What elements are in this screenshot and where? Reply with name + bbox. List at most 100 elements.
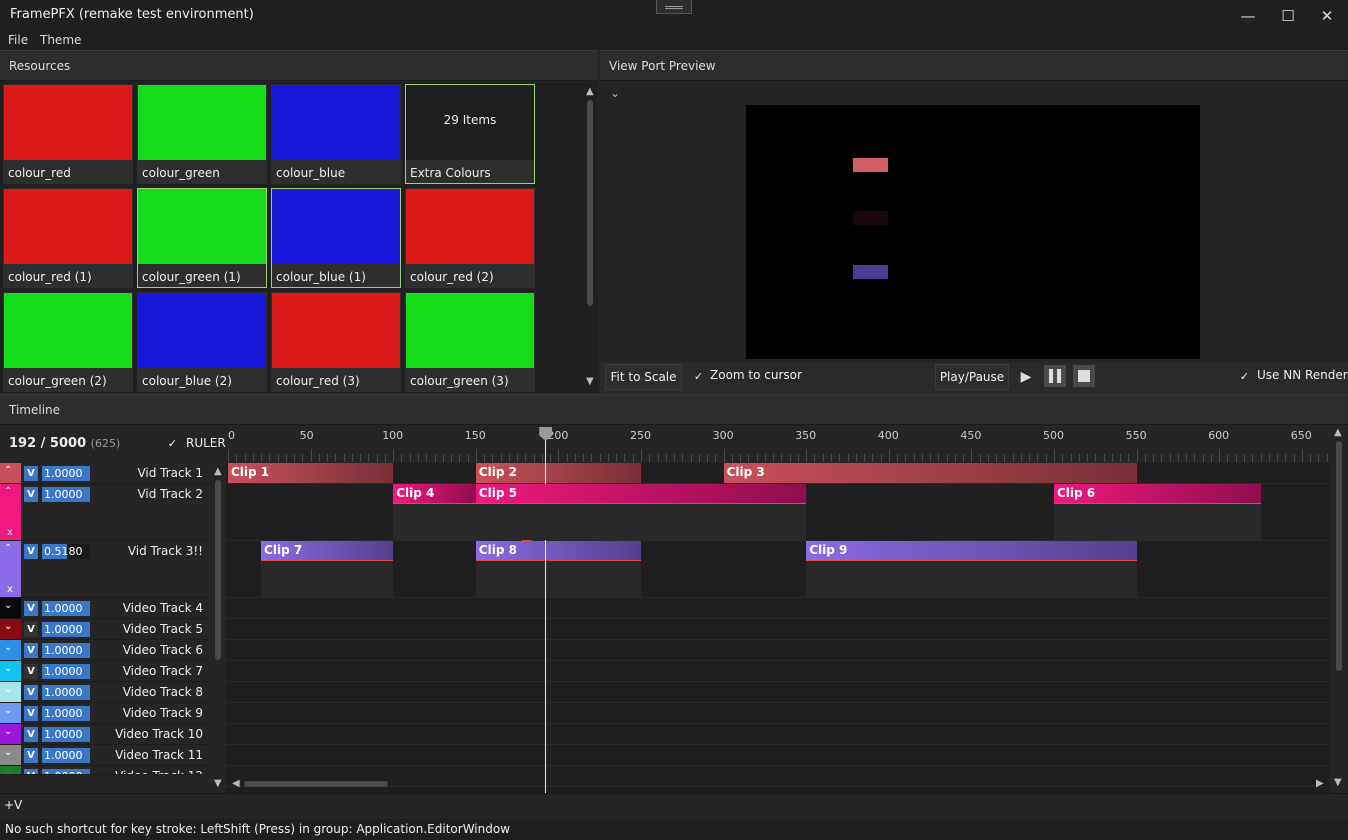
track-header[interactable]: ⌄ V 1.0000 Video Track 10	[0, 724, 208, 745]
visibility-toggle[interactable]: V	[24, 601, 38, 616]
add-video-track-button[interactable]: +V	[4, 798, 22, 812]
collapse-icon[interactable]: ⌄	[4, 768, 12, 774]
track-header[interactable]: ⌃ x V 1.0000 Vid Track 2	[0, 484, 208, 541]
scroll-right-icon[interactable]: ▶	[1316, 778, 1324, 789]
track-header[interactable]: ⌄ V 1.0000 Video Track 6	[0, 640, 208, 661]
visibility-toggle[interactable]: V	[24, 706, 38, 721]
track-header[interactable]: ⌄ V 1.0000 Video Track 8	[0, 682, 208, 703]
collapse-icon[interactable]: ⌄	[4, 600, 12, 611]
resource-folder[interactable]: 29 Items Extra Colours	[405, 84, 535, 184]
opacity-slider[interactable]: 1.0000	[42, 748, 90, 763]
track-color[interactable]: ⌃ x	[0, 484, 21, 540]
opacity-slider[interactable]: 1.0000	[42, 466, 90, 481]
scroll-down-icon[interactable]: ▼	[214, 778, 222, 789]
resource-item[interactable]: colour_green (1)	[137, 188, 267, 288]
timeline-clip[interactable]: Clip 5	[475, 484, 807, 540]
opacity-slider[interactable]: 0.5180	[42, 544, 90, 559]
remove-track-icon[interactable]: x	[7, 527, 13, 538]
menu-file[interactable]: File	[8, 33, 28, 47]
track-color[interactable]: ⌄	[0, 745, 21, 765]
resource-item[interactable]: colour_green (2)	[3, 292, 133, 392]
opacity-slider[interactable]: 1.0000	[42, 643, 90, 658]
timeline-canvas[interactable]: 0 50 100 150 200 250 300 350 400 450 500 550 600 650 …	[226, 425, 1330, 793]
collapse-icon[interactable]: ⌄	[4, 747, 12, 758]
clip-title[interactable]: Clip 5	[475, 484, 807, 504]
timeline-hscrollbar[interactable]: ◀ ▶	[226, 777, 1330, 791]
visibility-toggle[interactable]: V	[24, 748, 38, 763]
collapse-icon[interactable]: ⌄	[4, 663, 12, 674]
resource-item[interactable]: colour_blue (1)	[271, 188, 401, 288]
drag-grip-icon[interactable]	[656, 0, 692, 14]
collapse-icon[interactable]: ⌃	[4, 543, 12, 554]
resource-item[interactable]: colour_red (2)	[405, 188, 535, 288]
ruler-checkbox[interactable]: ✓	[166, 437, 179, 450]
visibility-toggle[interactable]: V	[24, 466, 38, 481]
visibility-toggle[interactable]: V	[24, 685, 38, 700]
scroll-left-icon[interactable]: ◀	[232, 778, 240, 789]
scroll-down-icon[interactable]: ▼	[1334, 777, 1342, 788]
opacity-slider[interactable]: 1.0000	[42, 487, 90, 502]
visibility-toggle[interactable]: V	[24, 622, 38, 637]
collapse-icon[interactable]: ⌄	[4, 684, 12, 695]
scroll-up-icon[interactable]: ▲	[214, 466, 222, 477]
track-header[interactable]: ⌄ V 1.0000 Video Track 5	[0, 619, 208, 640]
opacity-slider[interactable]: 1.0000	[42, 727, 90, 742]
visibility-toggle[interactable]: V	[24, 664, 38, 679]
visibility-toggle[interactable]: V	[24, 487, 38, 502]
track-color[interactable]: ⌄	[0, 619, 21, 639]
track-scrollbar[interactable]: ▲ ▼	[212, 466, 224, 792]
track-color[interactable]: ⌄	[0, 724, 21, 744]
track-header[interactable]: ⌄ V 1.0000 Video Track 7	[0, 661, 208, 682]
scroll-thumb[interactable]	[215, 480, 221, 660]
collapse-icon[interactable]: ⌄	[4, 705, 12, 716]
clip-body[interactable]	[475, 504, 807, 540]
resource-item[interactable]: colour_green (3)	[405, 292, 535, 392]
preview-canvas[interactable]	[746, 105, 1200, 359]
resource-item[interactable]: colour_green	[137, 84, 267, 184]
collapse-icon[interactable]: ⌄	[4, 642, 12, 653]
track-color[interactable]: ⌄	[0, 682, 21, 702]
track-color[interactable]: ⌄	[0, 661, 21, 681]
resource-item[interactable]: colour_red (1)	[3, 188, 133, 288]
scroll-up-icon[interactable]: ▲	[1334, 427, 1342, 438]
minimize-button[interactable]: —	[1228, 0, 1268, 32]
track-color[interactable]: ⌄	[0, 598, 21, 618]
track-color[interactable]: ⌄	[0, 766, 21, 774]
opacity-slider[interactable]: 1.0000	[42, 706, 90, 721]
opacity-slider[interactable]: 1.0000	[42, 664, 90, 679]
opacity-slider[interactable]: 1.0000	[42, 769, 90, 774]
resource-list[interactable]: colour_red colour_green colour_blue 29 Item…	[0, 82, 598, 393]
resource-item[interactable]: colour_red (3)	[271, 292, 401, 392]
remove-track-icon[interactable]: x	[7, 584, 13, 595]
track-header[interactable]: ⌄ V 1.0000 Video Track 4	[0, 598, 208, 619]
viewport-dropdown-icon[interactable]: ⌄	[610, 86, 620, 100]
collapse-icon[interactable]: ⌄	[4, 726, 12, 737]
play-pause-button[interactable]: Play/Pause	[935, 364, 1009, 390]
stop-icon[interactable]	[1073, 365, 1095, 387]
visibility-toggle[interactable]: V	[24, 769, 38, 774]
visibility-toggle[interactable]: V	[24, 643, 38, 658]
resource-scrollbar[interactable]: ▲ ▼	[584, 86, 596, 390]
resource-item[interactable]: colour_blue (2)	[137, 292, 267, 392]
scroll-down-icon[interactable]: ▼	[586, 376, 594, 387]
collapse-icon[interactable]: ⌃	[4, 465, 12, 476]
scroll-thumb[interactable]	[1336, 441, 1342, 671]
track-header[interactable]: ⌃ V 1.0000 Vid Track 1	[0, 463, 208, 484]
zoom-to-cursor-checkbox[interactable]: ✓	[692, 370, 705, 383]
track-header[interactable]: ⌄ V 1.0000 Video Track 11	[0, 745, 208, 766]
track-header[interactable]: ⌄ V 1.0000 Video Track 9	[0, 703, 208, 724]
pause-icon[interactable]	[1044, 365, 1066, 387]
visibility-toggle[interactable]: V	[24, 727, 38, 742]
maximize-button[interactable]: ☐	[1268, 0, 1308, 32]
track-header[interactable]: ⌃ x V 0.5180 Vid Track 3!!	[0, 541, 208, 598]
menu-theme[interactable]: Theme	[40, 33, 81, 47]
track-color[interactable]: ⌄	[0, 640, 21, 660]
visibility-toggle[interactable]: V	[24, 544, 38, 559]
close-button[interactable]: ✕	[1307, 0, 1347, 32]
scroll-thumb[interactable]	[244, 781, 388, 787]
resource-item[interactable]: colour_blue	[271, 84, 401, 184]
use-nn-render-checkbox[interactable]: ✓	[1238, 370, 1251, 383]
track-color[interactable]: ⌄	[0, 703, 21, 723]
scroll-thumb[interactable]	[587, 100, 593, 306]
fit-to-scale-button[interactable]: Fit to Scale	[605, 364, 682, 390]
